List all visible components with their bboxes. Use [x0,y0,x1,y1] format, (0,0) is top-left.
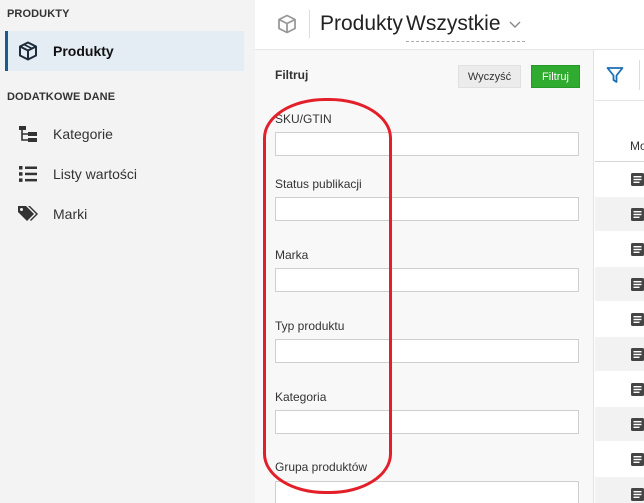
product-type-input[interactable] [275,339,579,363]
sidebar-item-label: Kategorie [53,126,113,142]
details-icon[interactable] [631,172,644,186]
field-label-status: Status publikacji [275,177,362,191]
view-selector-value: Wszystkie [406,12,501,35]
field-label-sku: SKU/GTIN [275,112,332,126]
field-label-category: Kategoria [275,390,327,404]
table-row[interactable] [595,337,644,371]
brand-input[interactable] [275,268,579,292]
details-icon[interactable] [631,242,644,256]
table-row[interactable] [595,302,644,336]
box-icon [17,40,39,62]
table-row[interactable] [595,407,644,441]
sidebar-item-label: Listy wartości [53,166,138,182]
tags-icon [17,203,39,225]
table-row[interactable] [595,372,644,406]
apply-filter-button[interactable]: Filtruj [531,65,580,88]
header-divider [309,10,310,38]
field-label-product-type: Typ produktu [275,319,345,333]
field-label-brand: Marka [275,248,309,262]
sidebar-item-categories[interactable]: Kategorie [5,114,244,154]
list-icon [17,163,39,185]
sidebar-item-products[interactable]: Produkty [5,31,244,71]
sidebar-item-value-lists[interactable]: Listy wartości [5,154,244,194]
toolbar-divider [639,60,640,90]
table-row[interactable] [595,232,644,266]
sidebar-section-additional: DODATKOWE DANE [7,91,116,103]
sidebar-item-brands[interactable]: Marki [5,194,244,234]
sidebar-item-label: Marki [53,206,88,222]
details-icon[interactable] [631,487,644,501]
sku-input[interactable] [275,132,579,156]
table-row[interactable] [595,477,644,503]
details-icon[interactable] [631,382,644,396]
sidebar: PRODUKTY Produkty DODATKOWE DANE Kategor… [0,0,255,503]
table-header: Mo [595,100,644,162]
box-icon [277,14,297,34]
details-icon[interactable] [631,277,644,291]
details-icon[interactable] [631,452,644,466]
details-icon[interactable] [631,312,644,326]
tree-icon [17,123,39,145]
column-header[interactable]: Mo [630,139,644,153]
field-label-product-group: Grupa produktów [275,460,368,474]
view-selector[interactable]: Wszystkie [406,12,525,42]
filter-funnel-icon[interactable] [606,66,624,84]
page-header: Produkty Wszystkie [255,0,644,50]
sidebar-item-label: Produkty [53,43,114,59]
page-title: Produkty [320,12,403,35]
details-icon[interactable] [631,347,644,361]
clear-button[interactable]: Wyczyść [458,65,521,88]
table-row[interactable] [595,442,644,476]
product-group-input[interactable] [275,481,579,503]
publication-status-input[interactable] [275,197,579,221]
filter-title: Filtruj [275,68,309,82]
table-row[interactable] [595,162,644,196]
category-input[interactable] [275,410,579,434]
products-table: Mo [595,50,644,503]
details-icon[interactable] [631,417,644,431]
filter-panel: Filtruj Wyczyść Filtruj SKU/GTIN Status … [255,50,594,503]
table-row[interactable] [595,197,644,231]
details-icon[interactable] [631,207,644,221]
table-row[interactable] [595,267,644,301]
chevron-down-icon [509,16,521,32]
sidebar-section-products: PRODUKTY [7,8,70,20]
